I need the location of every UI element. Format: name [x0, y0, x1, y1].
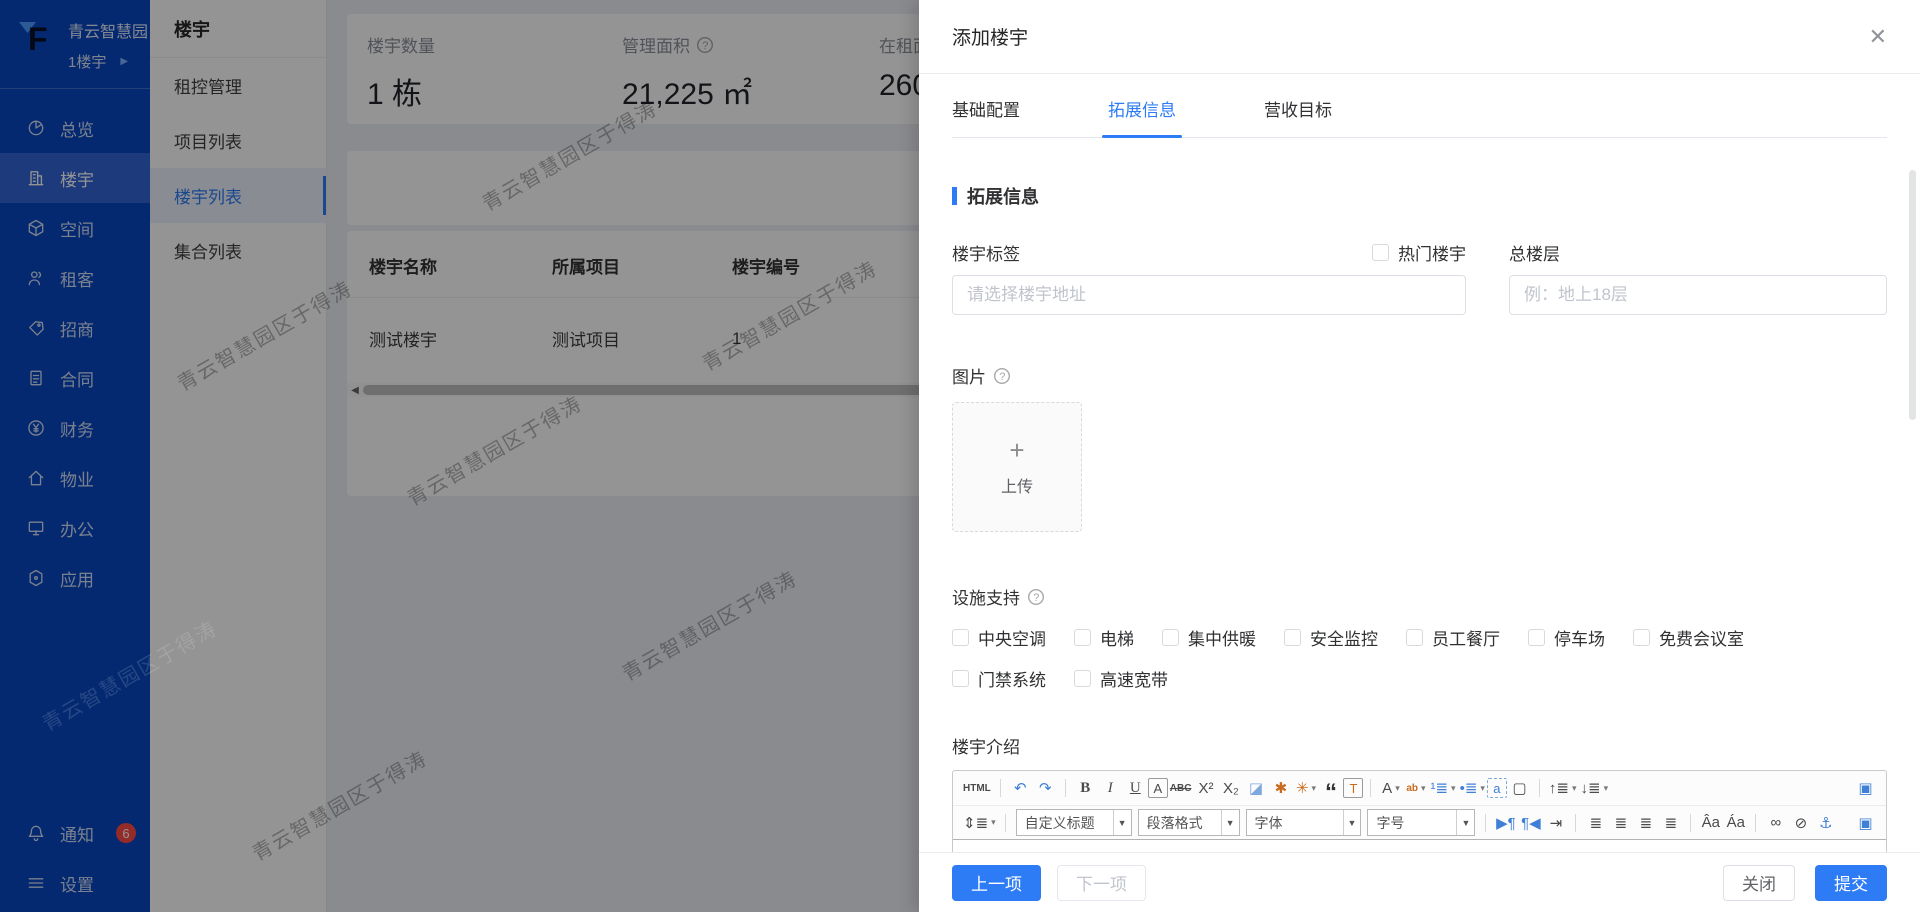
checkbox-box-icon[interactable] — [1372, 244, 1389, 261]
section-accent-bar — [952, 187, 957, 205]
checkbox-box-icon[interactable] — [1162, 629, 1179, 646]
image-upload-button[interactable]: + 上传 — [952, 402, 1082, 532]
editor-toolbar-row2: ⇕≣自定义标题▼段落格式▼字体▼字号▼▶¶¶◀⇥≣≣≣≣ÂaÁa∞⊘⚓▣ — [953, 805, 1886, 839]
checkbox-box-icon[interactable] — [1528, 629, 1545, 646]
checkbox-box-icon[interactable] — [1633, 629, 1650, 646]
font-family-select[interactable]: 字体▼ — [1246, 809, 1362, 836]
superscript-icon[interactable]: X² — [1193, 775, 1218, 801]
redo-icon[interactable]: ↷ — [1033, 775, 1058, 801]
chevron-down-icon: ▼ — [1113, 810, 1131, 835]
tab-营收目标[interactable]: 营收目标 — [1264, 96, 1332, 137]
align-left-icon[interactable]: ≣ — [1583, 810, 1608, 836]
link-icon[interactable]: ∞ — [1763, 810, 1788, 836]
undo-icon[interactable]: ↶ — [1008, 775, 1033, 801]
font-size-select[interactable]: 字号▼ — [1367, 809, 1475, 836]
intro-field-label: 楼宇介绍 — [952, 733, 1887, 758]
facility-checkbox[interactable]: 免费会议室 — [1633, 625, 1744, 650]
checkbox-box-icon[interactable] — [1074, 629, 1091, 646]
chevron-down-icon: ▼ — [1456, 810, 1474, 835]
highlight-icon[interactable]: ab — [1403, 775, 1428, 801]
image-field-label: 图片 ? — [952, 363, 1887, 388]
inline-block-icon[interactable]: a — [1487, 778, 1507, 798]
tag-field-label: 楼宇标签 — [952, 240, 1020, 265]
section-title: 拓展信息 — [952, 183, 1887, 209]
quote-icon[interactable]: “ — [1318, 775, 1343, 801]
subscript-icon[interactable]: X₂ — [1218, 775, 1243, 801]
paragraph-select[interactable]: 段落格式▼ — [1138, 809, 1240, 836]
facility-checkbox[interactable]: 停车场 — [1528, 625, 1605, 650]
rtl-paragraph-icon[interactable]: ¶◀ — [1518, 810, 1543, 836]
align-justify-icon[interactable]: ≣ — [1658, 810, 1683, 836]
facility-checkbox[interactable]: 高速宽带 — [1074, 666, 1168, 691]
drawer-tabs: 基础配置 拓展信息 营收目标 — [952, 96, 1887, 138]
checkbox-box-icon[interactable] — [952, 670, 969, 687]
help-icon[interactable]: ? — [1027, 588, 1045, 606]
uppercase-icon[interactable]: Âa — [1698, 810, 1723, 836]
heading-select[interactable]: 自定义标题▼ — [1016, 809, 1132, 836]
line-height-icon[interactable]: ⇕≣ — [961, 810, 998, 836]
svg-text:?: ? — [1033, 592, 1039, 604]
editor-toolbar-row1: HTML↶↷BIUAABCX²X₂◪✱✳“TAab¹≣•≣a▢↑≣↓≣▣ — [953, 771, 1886, 805]
bold-icon[interactable]: B — [1073, 775, 1098, 801]
format-brush-icon[interactable]: ✱ — [1268, 775, 1293, 801]
underline-icon[interactable]: U — [1123, 775, 1148, 801]
font-box-icon[interactable]: A — [1148, 778, 1168, 798]
next-step-button[interactable]: 下一项 — [1057, 865, 1146, 901]
paste-text-icon[interactable]: T — [1343, 778, 1363, 798]
anchor-icon[interactable]: ⚓ — [1813, 810, 1838, 836]
drawer-scrollbar-thumb[interactable] — [1909, 170, 1916, 420]
unlink-icon[interactable]: ⊘ — [1788, 810, 1813, 836]
new-page-icon[interactable]: ▢ — [1507, 775, 1532, 801]
facility-checkbox[interactable]: 员工餐厅 — [1406, 625, 1500, 650]
facility-checkbox[interactable]: 电梯 — [1074, 625, 1134, 650]
drawer-body: 拓展信息 楼宇标签 热门楼宇 总楼层 — [919, 150, 1920, 852]
facility-checkbox[interactable]: 安全监控 — [1284, 625, 1378, 650]
indent-first-icon[interactable]: ▶¶ — [1493, 810, 1518, 836]
checkbox-box-icon[interactable] — [1074, 670, 1091, 687]
lowercase-icon[interactable]: Áa — [1723, 810, 1748, 836]
magic-color-icon[interactable]: ✳ — [1293, 775, 1318, 801]
html-source-icon[interactable]: HTML — [961, 775, 993, 801]
close-icon[interactable]: ✕ — [1869, 26, 1887, 48]
tab-拓展信息[interactable]: 拓展信息 — [1108, 96, 1176, 137]
building-address-input[interactable] — [952, 275, 1466, 315]
editor-content-area[interactable] — [953, 839, 1886, 852]
total-floors-input[interactable] — [1509, 275, 1887, 315]
help-icon[interactable]: ? — [993, 367, 1011, 385]
checkbox-box-icon[interactable] — [1406, 629, 1423, 646]
indent-icon[interactable]: ⇥ — [1543, 810, 1568, 836]
fullscreen-icon[interactable]: ▣ — [1853, 775, 1878, 801]
add-building-drawer: 添加楼宇 ✕ 基础配置拓展信息营收目标 拓展信息 楼宇标签 热门楼宇 — [919, 0, 1920, 912]
chevron-down-icon: ▼ — [1221, 810, 1239, 835]
media-icon[interactable]: ▣ — [1853, 810, 1878, 836]
drawer-title: 添加楼宇 — [952, 23, 1028, 50]
close-button[interactable]: 关闭 — [1723, 865, 1795, 901]
hot-building-checkbox[interactable]: 热门楼宇 — [1372, 240, 1466, 265]
facility-checkbox[interactable]: 中央空调 — [952, 625, 1046, 650]
font-color-icon[interactable]: A — [1378, 775, 1403, 801]
chevron-down-icon: ▼ — [1343, 810, 1361, 835]
rich-text-editor: HTML↶↷BIUAABCX²X₂◪✱✳“TAab¹≣•≣a▢↑≣↓≣▣ ⇕≣自… — [952, 770, 1887, 852]
align-center-icon[interactable]: ≣ — [1608, 810, 1633, 836]
facility-checkbox[interactable]: 门禁系统 — [952, 666, 1046, 691]
submit-button[interactable]: 提交 — [1815, 865, 1887, 901]
facility-checkbox[interactable]: 集中供暖 — [1162, 625, 1256, 650]
prev-step-button[interactable]: 上一项 — [952, 865, 1041, 901]
space-after-icon[interactable]: ↓≣ — [1579, 775, 1611, 801]
svg-text:?: ? — [999, 371, 1005, 383]
plus-icon: + — [1009, 437, 1024, 463]
ordered-list-icon[interactable]: ¹≣ — [1428, 775, 1457, 801]
space-before-icon[interactable]: ↑≣ — [1547, 775, 1579, 801]
strikethrough-icon[interactable]: ABC — [1168, 775, 1194, 801]
align-right-icon[interactable]: ≣ — [1633, 810, 1658, 836]
unordered-list-icon[interactable]: •≣ — [1458, 775, 1487, 801]
italic-icon[interactable]: I — [1098, 775, 1123, 801]
facilities-field-label: 设施支持 ? — [952, 584, 1887, 609]
drawer-footer: 上一项 下一项 关闭 提交 — [919, 852, 1920, 912]
checkbox-box-icon[interactable] — [952, 629, 969, 646]
remove-format-icon[interactable]: ◪ — [1243, 775, 1268, 801]
tab-基础配置[interactable]: 基础配置 — [952, 96, 1020, 137]
checkbox-box-icon[interactable] — [1284, 629, 1301, 646]
floors-field-label: 总楼层 — [1509, 240, 1560, 265]
